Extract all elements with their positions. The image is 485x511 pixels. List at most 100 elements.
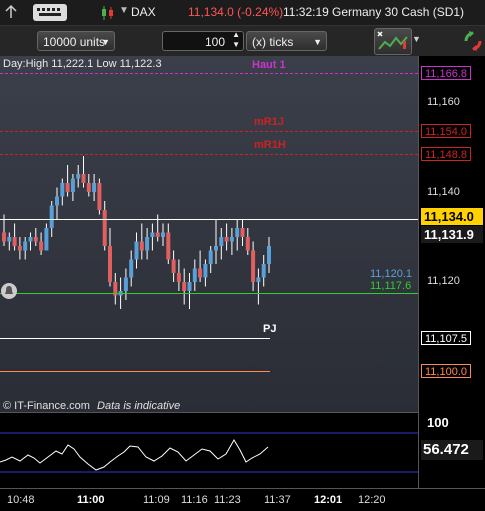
candle-body (55, 196, 59, 206)
sync-icon[interactable] (463, 30, 483, 52)
candle-body (129, 259, 134, 278)
candle-body (86, 183, 91, 192)
candle-body (81, 174, 86, 183)
candle-body (182, 282, 187, 291)
candle-body (240, 228, 245, 237)
mr1j-label: mR1J (254, 116, 284, 128)
quantity-stepper[interactable]: 100 ▲ ▼ (162, 30, 244, 51)
candle-body (203, 264, 208, 278)
last-close-tag: 11,131.9 (421, 226, 483, 243)
oscillator-value-tag: 56.472 (421, 440, 483, 460)
candle-body (245, 237, 250, 251)
candle-body (155, 232, 160, 237)
candle-body (39, 241, 44, 251)
candle-body (33, 237, 38, 242)
time-label: 12:20 (358, 494, 386, 506)
mr1h-label: mR1H (254, 139, 286, 151)
quantity-value: 100 (204, 35, 225, 49)
current-price-tag: 11,134.0 (421, 208, 483, 225)
candle-body (219, 237, 224, 246)
haut1-level-line (0, 73, 418, 74)
chevron-down-icon: ▼ (101, 37, 110, 47)
market-name: Germany 30 Cash (SD1) (332, 5, 465, 19)
candle-body (214, 246, 218, 251)
stepper-arrows-icon[interactable]: ▲ ▼ (232, 30, 240, 50)
candle-body (224, 237, 229, 242)
units-value: 10000 units (43, 35, 106, 49)
mr1h-price-tag: 11,148.8 (421, 147, 472, 161)
candle-body (97, 183, 102, 210)
pj-label: PJ (263, 323, 277, 335)
instrument-dropdown-icon[interactable]: ▼ (119, 5, 129, 16)
haut1-label: Haut 1 (252, 59, 286, 71)
candle-body (251, 250, 256, 282)
candle-body (76, 174, 81, 179)
pj-level-line (0, 338, 270, 339)
blue-level-value: 11,120.1 (370, 268, 413, 280)
units-dropdown[interactable]: 10000 units ▼ (37, 31, 115, 51)
green-level-line (0, 293, 418, 294)
candle-body (7, 237, 12, 242)
order-toolbar: 10000 units ▼ 100 ▲ ▼ (x) ticks ▼ ▼ (0, 26, 485, 57)
candle-body (28, 237, 33, 242)
time-label: 12:01 (314, 494, 343, 506)
candle-body (192, 268, 197, 282)
day-info: Day:High 11,222.1 Low 11,122.3 (3, 58, 162, 70)
candle-body (229, 237, 234, 242)
candle-body (145, 237, 150, 251)
ticks-dropdown[interactable]: (x) ticks ▼ (246, 31, 327, 51)
price-change: 11,134.0 (-0.24%) (188, 5, 284, 19)
candle-body (23, 241, 28, 251)
current-price-line (0, 219, 418, 220)
time-label: 11:37 (264, 494, 291, 506)
candle-body (161, 232, 165, 237)
candle-body (208, 250, 213, 264)
expand-icon[interactable] (3, 4, 19, 20)
orange-level-line (0, 371, 270, 372)
orange-price-tag: 11,100.0 (421, 364, 472, 378)
axis-tick-11160: 11,160 (427, 96, 460, 108)
candle-body (102, 210, 107, 246)
mr1j-price-tag: 11,154.0 (421, 124, 472, 138)
top-bar: ▼ DAX 11,134.0 (-0.24%) 11:32:19 Germany… (0, 0, 485, 26)
time-label: 11:09 (143, 494, 170, 506)
candle-body (17, 246, 22, 251)
mr1h-level-line (0, 154, 418, 155)
candle-body (108, 246, 112, 282)
candle-body (166, 232, 171, 260)
candle-body (92, 183, 97, 192)
candle-body (267, 246, 271, 264)
clock-time: 11:32:19 (283, 5, 329, 19)
candle-body (2, 232, 6, 242)
candle-body (187, 282, 192, 291)
alert-bell-icon[interactable] (1, 283, 17, 299)
candle-body (150, 232, 155, 237)
candlestick-icon (100, 5, 116, 21)
axis-tick-11140: 11,140 (427, 186, 460, 198)
oscillator-max-label: 100 (427, 415, 449, 430)
candle-body (44, 228, 49, 251)
instrument-label[interactable]: DAX (131, 5, 156, 19)
keyboard-icon[interactable] (33, 4, 67, 21)
time-label: 11:16 (181, 494, 208, 506)
candle-body (235, 228, 240, 237)
chart-tools-dropdown-icon[interactable]: ▼ (412, 34, 421, 44)
candle-body (60, 183, 65, 197)
candle-body (176, 273, 181, 282)
oscillator-chart (0, 432, 418, 473)
candle-body (256, 277, 261, 282)
pj-price-tag: 11,107.5 (421, 331, 472, 345)
candle-body (261, 264, 266, 278)
chevron-down-icon: ▼ (313, 37, 322, 47)
watermark: © IT-Finance.com Data is indicative (3, 400, 180, 412)
candle-body (123, 277, 128, 291)
time-axis[interactable] (0, 488, 485, 511)
candle-body (65, 183, 70, 192)
mr1j-level-line (0, 131, 418, 132)
chart-tools-button[interactable] (374, 28, 412, 55)
time-label: 11:00 (77, 494, 105, 506)
ticks-value: (x) ticks (252, 35, 294, 49)
candle-body (171, 259, 176, 273)
axis-tick-11120: 11,120 (427, 275, 460, 287)
watermark-source: © IT-Finance.com (3, 400, 90, 412)
